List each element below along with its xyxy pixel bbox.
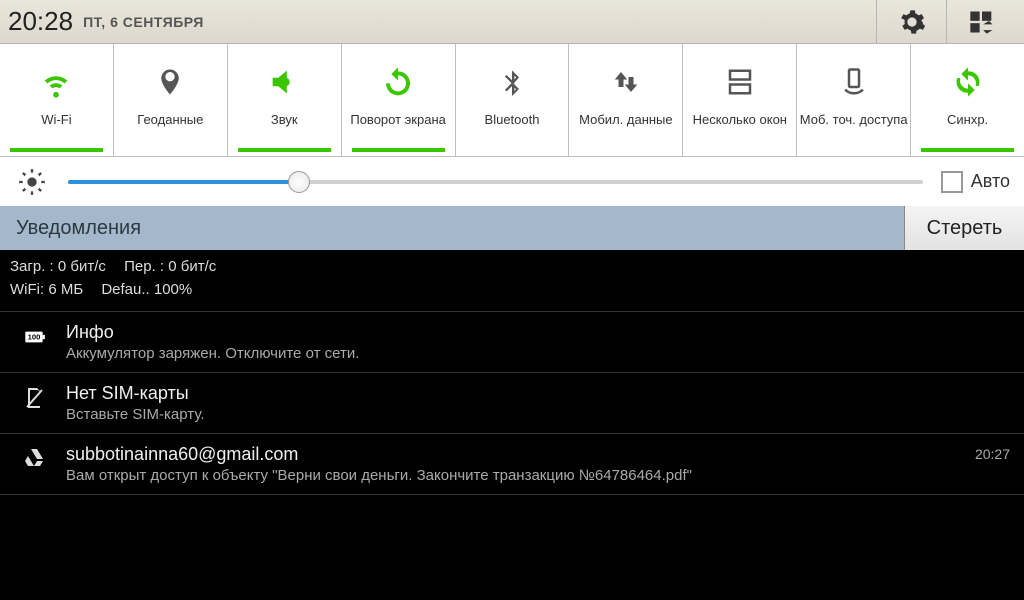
toggle-indicator [466, 148, 559, 152]
battery-icon: 100 [14, 322, 54, 350]
toggle-indicator [124, 148, 217, 152]
notification-item[interactable]: Нет SIM-карты Вставьте SIM-карту. [0, 373, 1024, 434]
grid-swap-icon [968, 8, 996, 36]
toggle-multiwin[interactable]: Несколько окон [683, 44, 797, 156]
brightness-row: Авто [0, 156, 1024, 206]
net-upload: Пер. : 0 бит/с [124, 258, 216, 275]
brightness-slider[interactable] [68, 170, 923, 194]
mobiledata-icon [611, 62, 641, 102]
hotspot-icon [839, 62, 869, 102]
notifications-header: Уведомления Стереть [0, 206, 1024, 250]
bluetooth-icon [498, 62, 526, 102]
brightness-auto-label: Авто [971, 171, 1010, 192]
wifi-icon [39, 62, 73, 102]
status-time: 20:28 [8, 6, 73, 37]
toggle-label: Геоданные [137, 106, 203, 134]
brightness-fill [68, 180, 299, 184]
notification-item[interactable]: 100 Инфо Аккумулятор заряжен. Отключите … [0, 312, 1024, 373]
multiwin-icon [725, 62, 755, 102]
sync-icon [952, 62, 984, 102]
drive-icon [14, 444, 54, 470]
toggle-indicator [579, 148, 672, 152]
brightness-icon [14, 168, 50, 196]
settings-button[interactable] [876, 0, 946, 44]
notification-time [1000, 322, 1010, 324]
notification-list: 100 Инфо Аккумулятор заряжен. Отключите … [0, 312, 1024, 495]
toggle-mobiledata[interactable]: Мобил. данные [569, 44, 683, 156]
toggle-indicator [352, 148, 445, 152]
status-bar: 20:28 ПТ, 6 СЕНТЯБРЯ [0, 0, 1024, 44]
toggle-label: Поворот экрана [350, 106, 446, 134]
toggle-label: Моб. точ. доступа [800, 106, 908, 134]
quick-panel-layout-button[interactable] [946, 0, 1016, 44]
notifications-title: Уведомления [16, 217, 904, 240]
svg-text:100: 100 [28, 333, 41, 342]
network-stats: Загр. : 0 бит/с Пер. : 0 бит/с WiFi: 6 М… [0, 250, 1024, 312]
clear-notifications-button[interactable]: Стереть [904, 206, 1024, 250]
rotate-icon [382, 62, 414, 102]
notification-title: Нет SIM-карты [66, 383, 1000, 404]
notification-time [1000, 383, 1010, 385]
toggle-bluetooth[interactable]: Bluetooth [456, 44, 570, 156]
location-icon [155, 62, 185, 102]
brightness-auto[interactable]: Авто [941, 171, 1010, 193]
toggle-label: Wi-Fi [41, 106, 71, 134]
toggle-hotspot[interactable]: Моб. точ. доступа [797, 44, 911, 156]
sound-icon [267, 62, 301, 102]
net-wifi-usage: WiFi: 6 МБ [10, 281, 83, 298]
brightness-auto-checkbox[interactable] [941, 171, 963, 193]
notification-text: Вставьте SIM-карту. [66, 406, 1000, 423]
toggle-wifi[interactable]: Wi-Fi [0, 44, 114, 156]
toggle-indicator [693, 148, 786, 152]
toggle-sound[interactable]: Звук [228, 44, 342, 156]
quick-toggles: Wi-Fi Геоданные Звук Поворот экрана Blue… [0, 44, 1024, 156]
toggle-sync[interactable]: Синхр. [911, 44, 1024, 156]
notification-text: Вам открыт доступ к объекту "Верни свои … [66, 467, 965, 484]
nosim-icon [14, 383, 54, 411]
status-date: ПТ, 6 СЕНТЯБРЯ [83, 14, 204, 30]
notification-title: subbotinainna60@gmail.com [66, 444, 965, 465]
notification-item[interactable]: subbotinainna60@gmail.com Вам открыт дос… [0, 434, 1024, 495]
toggle-indicator [10, 148, 103, 152]
toggle-label: Bluetooth [485, 106, 540, 134]
toggle-indicator [807, 148, 900, 152]
toggle-label: Мобил. данные [579, 106, 672, 134]
brightness-thumb[interactable] [288, 171, 310, 193]
notification-title: Инфо [66, 322, 1000, 343]
toggle-label: Звук [271, 106, 298, 134]
toggle-indicator [921, 148, 1014, 152]
toggle-rotate[interactable]: Поворот экрана [342, 44, 456, 156]
toggle-label: Синхр. [947, 106, 988, 134]
notification-time: 20:27 [965, 444, 1010, 462]
net-default: Defau.. 100% [101, 281, 192, 298]
toggle-indicator [238, 148, 331, 152]
toggle-location[interactable]: Геоданные [114, 44, 228, 156]
gear-icon [898, 8, 926, 36]
net-download: Загр. : 0 бит/с [10, 258, 106, 275]
notification-text: Аккумулятор заряжен. Отключите от сети. [66, 345, 1000, 362]
toggle-label: Несколько окон [693, 106, 787, 134]
